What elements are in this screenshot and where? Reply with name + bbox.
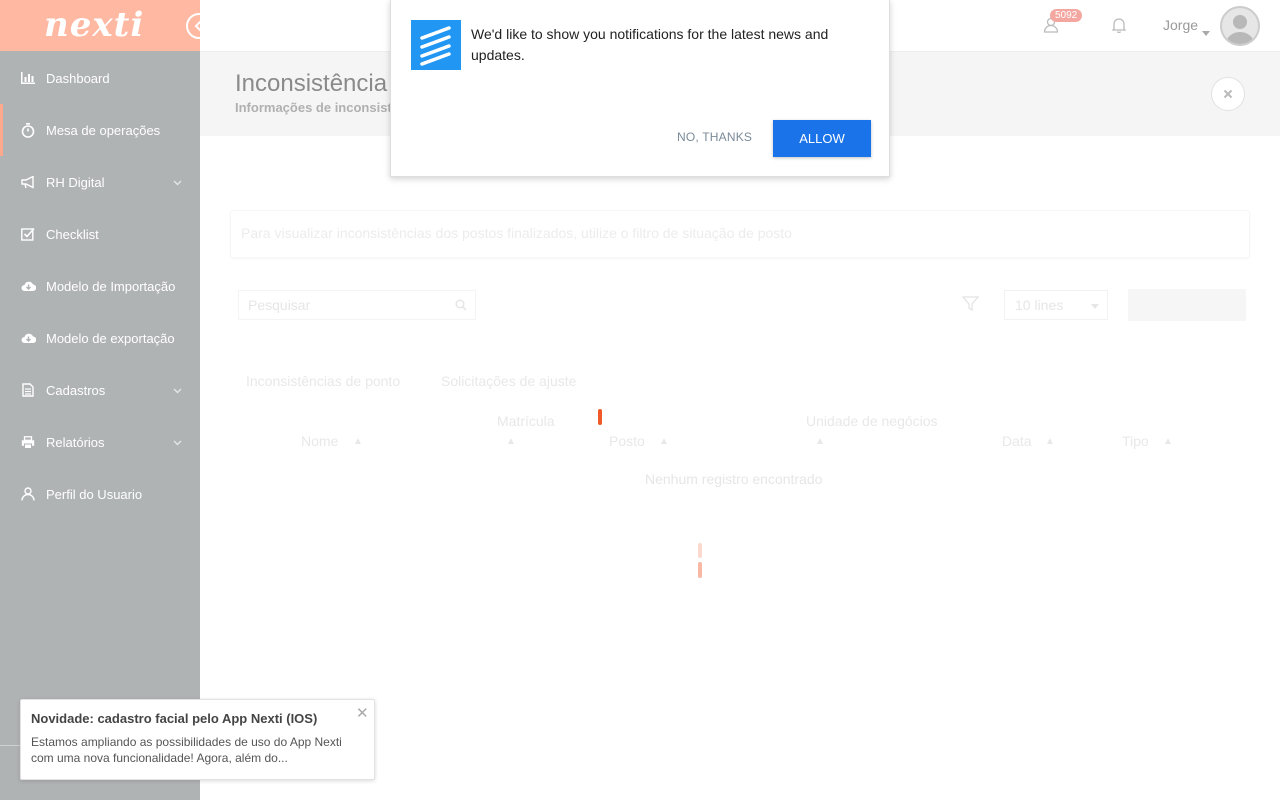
sidebar-item-label: Checklist: [46, 226, 99, 242]
chevron-down-icon: [173, 434, 182, 449]
sort-icon: ▲: [353, 436, 363, 447]
sidebar-item-label: Relatórios: [46, 434, 105, 450]
page-size-value: 10 lines: [1015, 297, 1064, 313]
column-header-data[interactable]: Data: [1002, 433, 1032, 449]
notification-count-badge: 5092: [1050, 9, 1083, 22]
notification-prompt-message: We'd like to show you notifications for …: [471, 26, 829, 63]
sidebar-item-label: Mesa de operações: [46, 122, 161, 138]
search-icon: [455, 298, 467, 316]
sidebar-item-perfil-do-usuario[interactable]: Perfil do Usuario: [0, 468, 200, 520]
sidebar-item-label: RH Digital: [46, 174, 105, 190]
sidebar-item-label: Cadastros: [46, 382, 106, 398]
user-name: Jorge: [1163, 17, 1199, 33]
sidebar-divider: [0, 745, 20, 746]
search-placeholder: Pesquisar: [248, 297, 311, 313]
sort-icon: ▲: [1045, 436, 1055, 447]
page-title: Inconsistência: [235, 70, 388, 97]
avatar[interactable]: [1220, 6, 1260, 46]
sidebar-item-cadastros[interactable]: Cadastros: [0, 364, 200, 416]
sidebar-item-checklist[interactable]: Checklist: [0, 208, 200, 260]
notification-app-icon: [411, 20, 461, 70]
info-alert-text: Para visualizar inconsistências dos post…: [241, 225, 792, 241]
column-header-matricula[interactable]: Matrícula: [497, 413, 555, 429]
allow-button[interactable]: ALLOW: [773, 120, 871, 157]
bell-icon[interactable]: [1111, 17, 1127, 38]
cloud-download-icon: [20, 278, 36, 294]
toast-body: Estamos ampliando as possibilidades de u…: [31, 735, 342, 765]
close-icon: [1223, 89, 1233, 99]
loading-spinner-mark: [698, 562, 702, 578]
bar-chart-icon: [20, 70, 36, 86]
sidebar: nexti Dashboard Mesa de operações RH Dig…: [0, 0, 200, 800]
document-icon: [20, 382, 36, 398]
tab-solicitacoes-de-ajuste[interactable]: Solicitações de ajuste: [441, 373, 576, 389]
news-toast[interactable]: Novidade: cadastro facial pelo App Nexti…: [20, 699, 375, 780]
user-icon: [20, 486, 36, 502]
sort-icon: ▲: [506, 436, 516, 447]
printer-icon: [20, 434, 36, 450]
sidebar-item-label: Dashboard: [46, 70, 110, 86]
sidebar-item-label: Modelo de exportação: [46, 330, 175, 346]
sidebar-item-modelo-de-exportacao[interactable]: Modelo de exportação: [0, 312, 200, 364]
logo-bar: nexti: [0, 0, 200, 51]
sidebar-item-relatorios[interactable]: Relatórios: [0, 416, 200, 468]
notification-permission-prompt: We'd like to show you notifications for …: [390, 0, 890, 177]
sort-icon: ▲: [659, 436, 669, 447]
page-size-select[interactable]: 10 lines: [1004, 290, 1108, 320]
megaphone-icon: [20, 174, 36, 190]
stopwatch-icon: [20, 122, 36, 138]
column-header-unidade-de-negocios[interactable]: Unidade de negócios: [806, 413, 938, 429]
sidebar-item-label: Modelo de Importação: [46, 278, 176, 294]
sort-icon: ▲: [1163, 436, 1173, 447]
close-icon[interactable]: ✕: [356, 704, 369, 722]
sort-icon: ▲: [815, 436, 825, 447]
column-header-posto[interactable]: Posto: [609, 433, 645, 449]
caret-down-icon: [1202, 23, 1210, 41]
column-header-tipo[interactable]: Tipo: [1122, 433, 1149, 449]
nexti-logo: nexti: [44, 5, 145, 45]
checkbox-icon: [20, 226, 36, 242]
loading-spinner-mark: [698, 543, 702, 558]
sidebar-item-modelo-de-importacao[interactable]: Modelo de Importação: [0, 260, 200, 312]
column-header-nome[interactable]: Nome: [301, 433, 338, 449]
sidebar-item-dashboard[interactable]: Dashboard: [0, 52, 200, 104]
page-subtitle: Informações de inconsist: [235, 100, 392, 115]
chevron-down-icon: [173, 174, 182, 189]
sidebar-item-mesa-de-operacoes[interactable]: Mesa de operações: [0, 104, 200, 156]
sidebar-item-label: Perfil do Usuario: [46, 486, 143, 502]
tab-inconsistencias-de-ponto[interactable]: Inconsistências de ponto: [246, 373, 400, 389]
caret-down-icon: [1091, 304, 1099, 309]
filter-icon[interactable]: [961, 296, 980, 316]
no-thanks-button[interactable]: NO, THANKS: [677, 130, 752, 144]
empty-table-message: Nenhum registro encontrado: [645, 471, 823, 487]
chevron-down-icon: [173, 382, 182, 397]
loading-spinner-mark: [598, 409, 602, 425]
cloud-download-icon: [20, 330, 36, 346]
toast-title: Novidade: cadastro facial pelo App Nexti…: [31, 711, 318, 726]
action-button[interactable]: [1128, 289, 1246, 321]
sidebar-item-rh-digital[interactable]: RH Digital: [0, 156, 200, 208]
close-page-button[interactable]: [1211, 77, 1245, 111]
